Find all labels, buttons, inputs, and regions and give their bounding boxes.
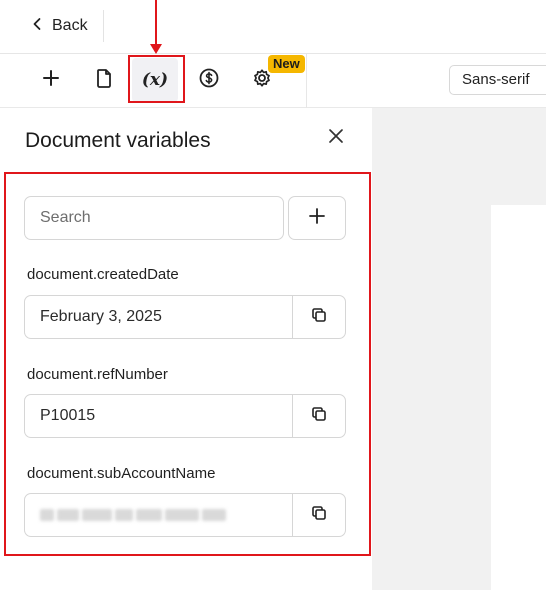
annotation-arrow-line [155, 0, 157, 48]
dollar-icon [198, 67, 220, 94]
font-family-select[interactable]: Sans-serif [449, 65, 546, 95]
back-button[interactable]: Back [30, 10, 88, 42]
document-button[interactable] [81, 58, 127, 102]
toolbar-divider [306, 54, 307, 108]
plus-icon [40, 67, 62, 94]
pricing-button[interactable] [186, 58, 232, 102]
new-badge: New [268, 55, 305, 73]
close-icon [325, 129, 347, 151]
panel-title: Document variables [25, 129, 211, 152]
back-label: Back [52, 17, 88, 34]
annotation-highlight-panel [4, 172, 371, 556]
top-bar: Back [0, 0, 546, 54]
document-icon [93, 67, 115, 94]
document-page[interactable] [491, 205, 546, 590]
annotation-arrow-head [150, 44, 162, 54]
divider [103, 10, 104, 42]
annotation-highlight-variables-button [128, 55, 185, 103]
chevron-left-icon [30, 17, 44, 36]
add-block-button[interactable] [28, 58, 74, 102]
close-panel-button[interactable] [325, 125, 347, 147]
